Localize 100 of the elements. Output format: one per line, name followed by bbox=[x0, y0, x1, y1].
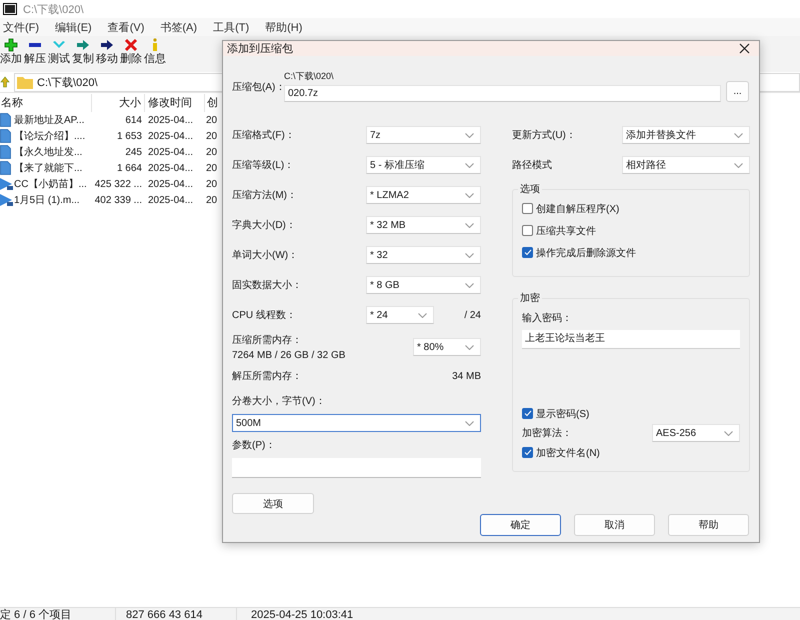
column-header[interactable]: 创 bbox=[205, 94, 220, 112]
group-title: 加密 bbox=[519, 292, 541, 305]
dialog-title: 添加到压缩包 bbox=[227, 42, 293, 56]
cross-icon bbox=[124, 38, 138, 52]
column-header[interactable]: 修改时间 bbox=[145, 94, 205, 112]
checkbox[interactable] bbox=[522, 203, 533, 214]
field-label: 输入密码： bbox=[522, 312, 573, 325]
toolbar-button[interactable]: 删除 bbox=[120, 38, 142, 66]
folder-path: C:\下载\020\ bbox=[284, 70, 335, 83]
menu-item[interactable]: 查看(V) bbox=[108, 20, 144, 34]
archive-name-field[interactable]: 020.7z bbox=[284, 85, 721, 102]
options-button[interactable]: 选项 bbox=[232, 493, 314, 514]
value-text: / 24 bbox=[464, 310, 481, 320]
play-icon bbox=[0, 193, 14, 207]
dialog-button[interactable]: 取消 bbox=[574, 514, 655, 536]
field-label: CPU 线程数： bbox=[232, 308, 297, 322]
field-label: 更新方式(U)： bbox=[512, 128, 576, 142]
dropdown[interactable]: * 8 GB bbox=[366, 276, 481, 294]
dropdown[interactable]: 添加并替换文件 bbox=[622, 126, 750, 144]
chevron-icon bbox=[734, 162, 743, 168]
file-name[interactable]: 最新地址及AP... bbox=[14, 113, 92, 127]
document-icon bbox=[0, 129, 14, 143]
table-cell-text: 245 bbox=[124, 146, 143, 158]
field-label: 单词大小(W)： bbox=[232, 248, 300, 262]
dropdown[interactable]: * 32 bbox=[366, 246, 481, 264]
dropdown[interactable]: * 80% bbox=[413, 338, 481, 356]
chevron-icon bbox=[465, 222, 474, 228]
table-cell-text: 2025-04... bbox=[147, 162, 194, 174]
dropdown[interactable]: * LZMA2 bbox=[366, 186, 481, 204]
dropdown[interactable]: * 24 bbox=[366, 306, 434, 324]
plus-icon bbox=[4, 38, 18, 52]
status-text: 827 666 43 614 bbox=[116, 608, 237, 620]
dialog-button[interactable]: 确定 bbox=[480, 514, 561, 536]
toolbar-button[interactable]: 添加 bbox=[0, 38, 22, 66]
chevron-icon bbox=[724, 430, 733, 436]
chevron-icon bbox=[465, 420, 474, 426]
toolbar-button[interactable]: 信息 bbox=[144, 38, 166, 66]
dropdown[interactable]: 500M bbox=[232, 414, 481, 432]
chevron-icon bbox=[418, 312, 427, 318]
column-header[interactable]: 大小 bbox=[92, 94, 145, 112]
chevron-icon bbox=[465, 132, 474, 138]
menu-item[interactable]: 工具(T) bbox=[213, 20, 250, 34]
checkbox-label: 操作完成后删除源文件 bbox=[536, 246, 636, 260]
document-icon bbox=[0, 145, 14, 159]
dropdown[interactable]: 7z bbox=[366, 126, 481, 144]
arrow-icon bbox=[100, 38, 114, 52]
table-cell-text: 1 653 bbox=[116, 130, 143, 142]
file-name[interactable]: 【永久地址发... bbox=[14, 145, 92, 159]
table-cell-text: 614 bbox=[124, 114, 143, 126]
checkbox-label: 加密文件名(N) bbox=[536, 446, 600, 460]
toolbar-button[interactable]: 移动 bbox=[96, 38, 118, 66]
table-cell-text: 2025-04... bbox=[147, 130, 194, 142]
field-label: 压缩等级(L)： bbox=[232, 158, 296, 172]
field-label: 压缩方法(M)： bbox=[232, 188, 298, 202]
close-icon[interactable] bbox=[739, 43, 750, 54]
menu-item[interactable]: 帮助(H) bbox=[265, 20, 302, 34]
checkbox[interactable] bbox=[522, 408, 533, 419]
toolbar-button[interactable]: 测试 bbox=[48, 38, 70, 66]
status-text: 2025-04-25 10:03:41 bbox=[250, 608, 354, 620]
table-cell-text: 20 bbox=[205, 178, 218, 190]
toolbar-button[interactable]: 复制 bbox=[72, 38, 94, 66]
dropdown[interactable]: * 32 MB bbox=[366, 216, 481, 234]
field-label: 压缩格式(F)： bbox=[232, 128, 296, 142]
dialog-button[interactable]: 帮助 bbox=[668, 514, 749, 536]
table-cell-text: 2025-04... bbox=[147, 178, 194, 190]
chevron-icon bbox=[734, 132, 743, 138]
file-name[interactable]: 【论坛介绍】.... bbox=[14, 129, 92, 143]
file-name[interactable]: CC【小奶苗】... bbox=[14, 177, 92, 191]
info-icon bbox=[150, 38, 160, 52]
toolbar-button[interactable]: 解压 bbox=[24, 38, 46, 66]
checkbox[interactable] bbox=[522, 247, 533, 258]
play-icon bbox=[0, 177, 14, 191]
text-field[interactable] bbox=[232, 458, 481, 478]
checkbox[interactable] bbox=[522, 447, 533, 458]
file-name[interactable]: 1月5日 (1).m... bbox=[14, 193, 92, 207]
dropdown[interactable]: 5 - 标准压缩 bbox=[366, 156, 481, 174]
status-text: 定 6 / 6 个项目 bbox=[0, 608, 116, 620]
field-label: 路径模式 bbox=[512, 158, 552, 172]
field-label: 参数(P)： bbox=[232, 438, 276, 452]
checkbox-label: 显示密码(S) bbox=[536, 408, 590, 420]
password-field[interactable]: 上老王论坛当老王 bbox=[522, 330, 740, 349]
value-text: 7264 MB / 26 GB / 32 GB bbox=[232, 350, 346, 361]
table-cell-text: 20 bbox=[205, 162, 218, 174]
menu-item[interactable]: 书签(A) bbox=[160, 20, 198, 34]
chevron-icon bbox=[465, 344, 474, 350]
browse-button[interactable]: ... bbox=[726, 81, 749, 102]
chevron-icon bbox=[465, 192, 474, 198]
table-cell-text: 20 bbox=[205, 130, 218, 142]
menu-item[interactable]: 文件(F) bbox=[3, 20, 40, 34]
dropdown[interactable]: 相对路径 bbox=[622, 156, 750, 174]
file-name[interactable]: 【来了就能下... bbox=[14, 161, 92, 175]
dropdown[interactable]: AES-256 bbox=[652, 424, 740, 442]
document-icon bbox=[0, 113, 14, 127]
menu-item[interactable]: 编辑(E) bbox=[55, 20, 92, 34]
checkbox[interactable] bbox=[522, 225, 533, 236]
document-icon bbox=[0, 161, 14, 175]
up-arrow-icon[interactable] bbox=[0, 76, 10, 88]
column-header[interactable]: 名称 bbox=[0, 94, 92, 112]
field-label: 加密算法： bbox=[522, 426, 572, 440]
value-text: 34 MB bbox=[452, 370, 481, 382]
